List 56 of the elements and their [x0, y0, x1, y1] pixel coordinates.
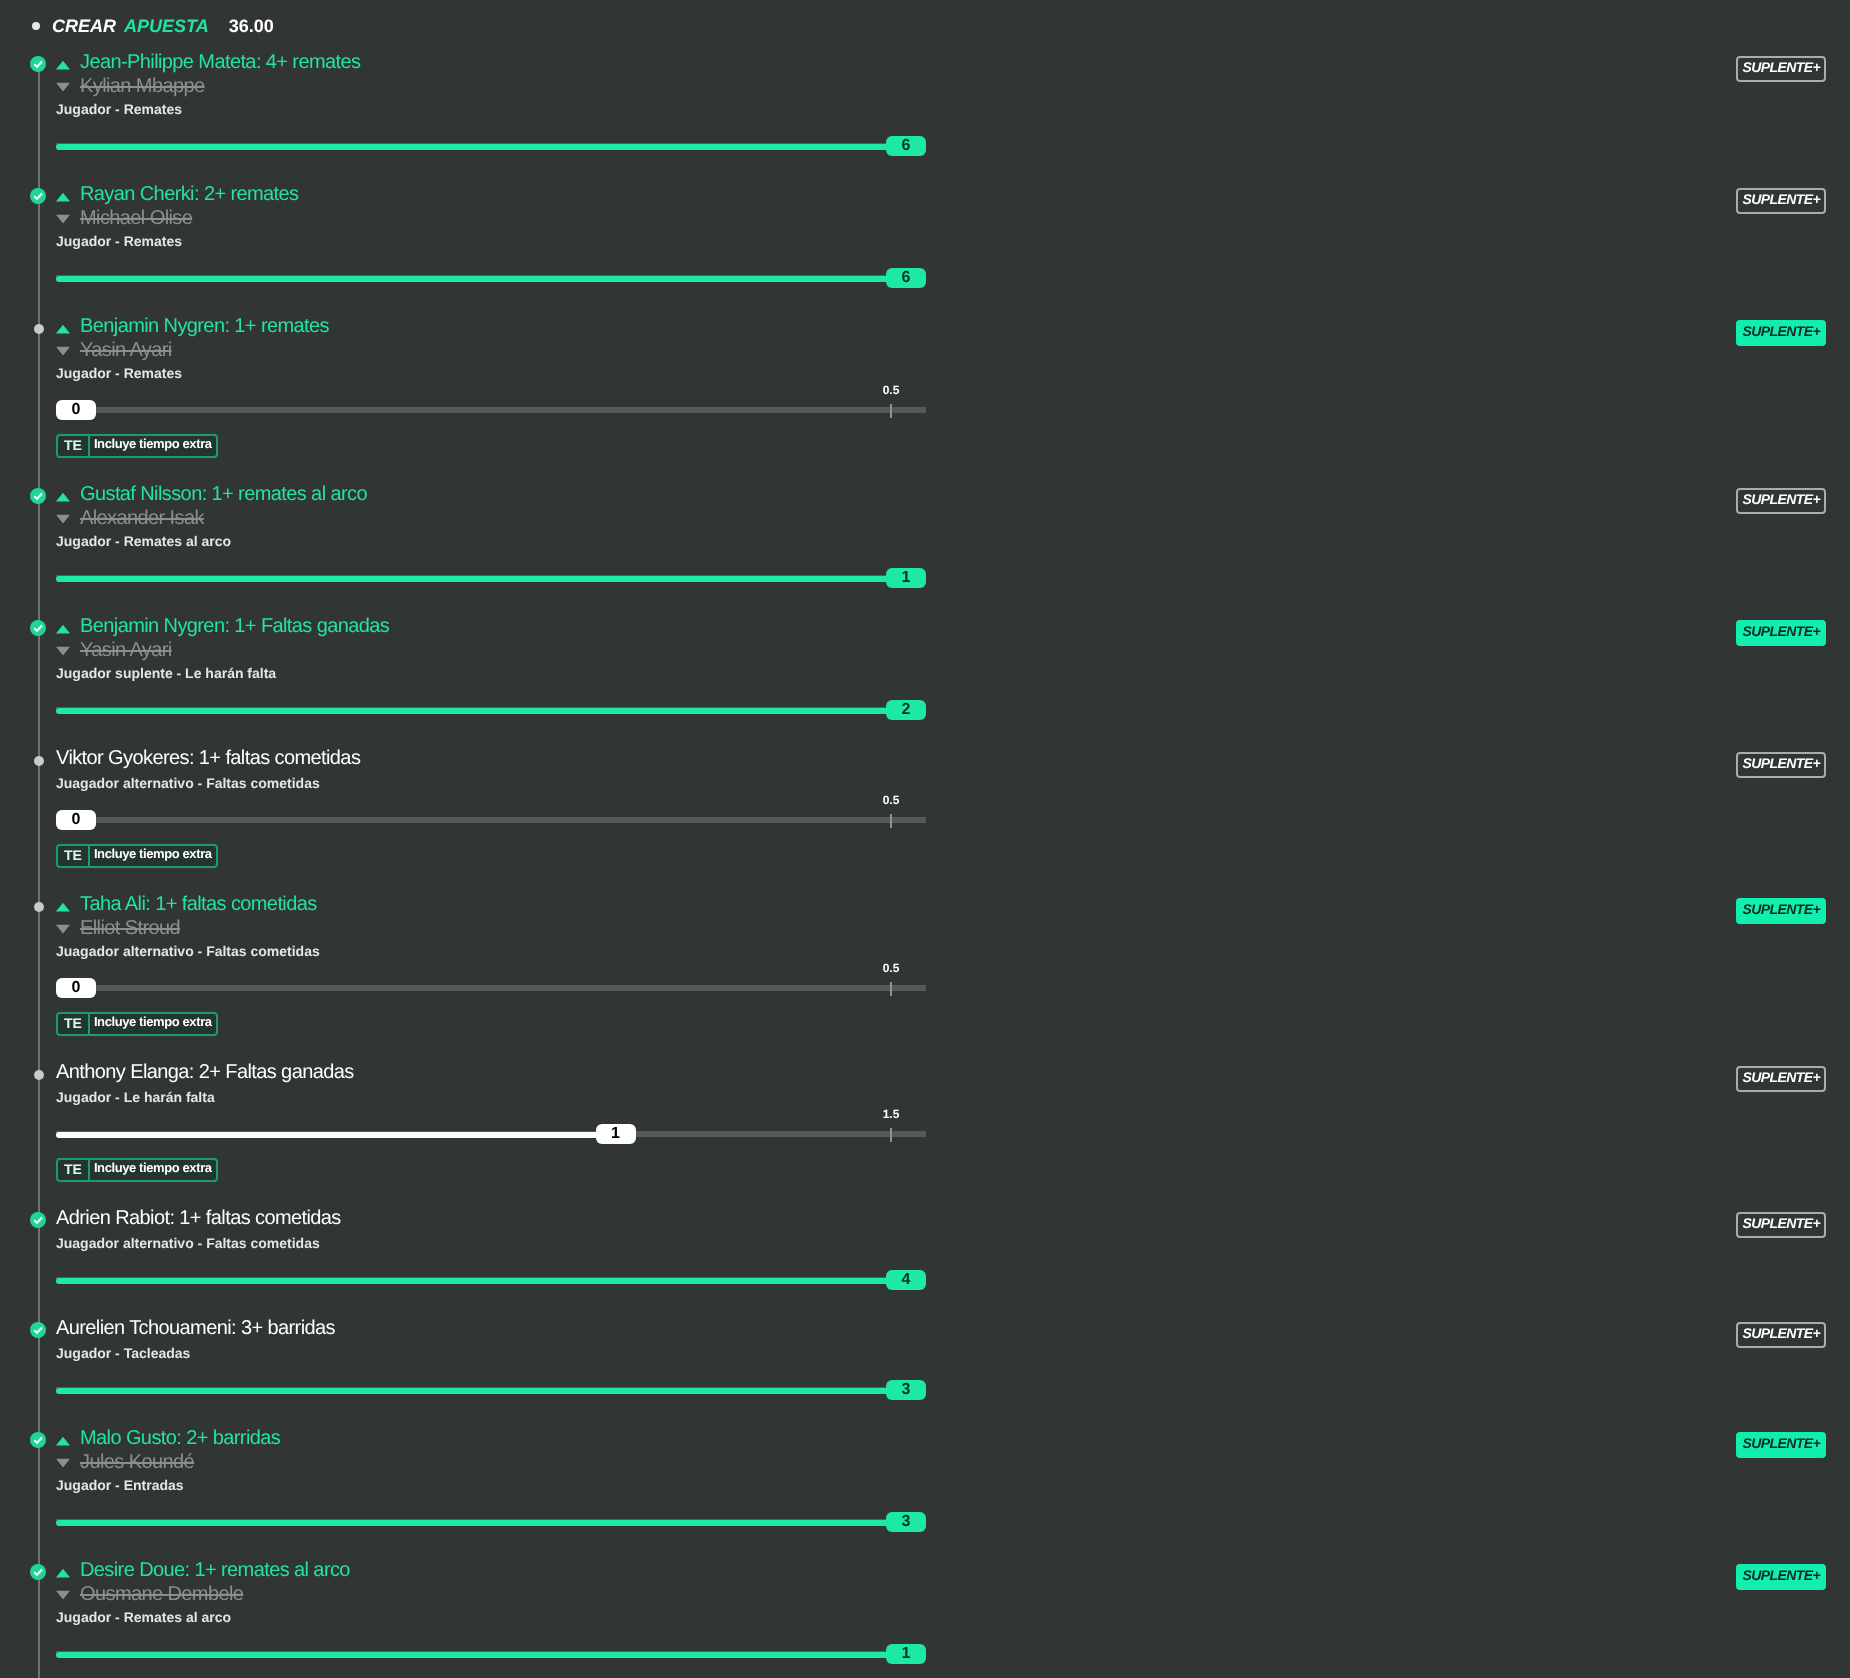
selection-title: Benjamin Nygren: 1+ remates — [80, 318, 329, 338]
replaced-player-name: Michael Olise — [80, 209, 193, 229]
progress-value: 0 — [56, 400, 96, 420]
up-caret-icon — [56, 191, 70, 201]
up-caret-icon — [56, 491, 70, 501]
up-caret-icon — [56, 623, 70, 633]
threshold-marker-icon — [890, 981, 892, 995]
progress-value: 2 — [886, 700, 926, 720]
down-caret-icon — [56, 1458, 70, 1468]
down-caret-icon — [56, 82, 70, 92]
progress-value: 0 — [56, 978, 96, 998]
selection-title: Adrien Rabiot: 1+ faltas cometidas — [56, 1210, 341, 1230]
threshold-marker-icon — [890, 403, 892, 417]
down-caret-icon — [56, 346, 70, 356]
selection-title: Aurelien Tchouameni: 3+ barridas — [56, 1320, 335, 1340]
progress-value: 3 — [886, 1380, 926, 1400]
threshold-marker-icon — [890, 1127, 892, 1141]
selection-title: Rayan Cherki: 2+ remates — [80, 186, 299, 206]
progress-value: 1 — [886, 1644, 926, 1664]
replaced-player-name: Ousmane Dembele — [80, 1585, 244, 1605]
up-caret-icon — [56, 323, 70, 333]
up-caret-icon — [56, 59, 70, 69]
replaced-player-name: Kylian Mbappe — [80, 77, 205, 97]
selection-title: Desire Doue: 1+ remates al arco — [80, 1562, 350, 1582]
header-title: CREAR — [52, 17, 117, 35]
selection-title: Taha Ali: 1+ faltas cometidas — [80, 896, 317, 916]
down-caret-icon — [56, 514, 70, 524]
progress-value: 6 — [886, 136, 926, 156]
selection-title: Viktor Gyokeres: 1+ faltas cometidas — [56, 750, 361, 770]
down-caret-icon — [56, 646, 70, 656]
progress-value: 1 — [886, 568, 926, 588]
replaced-player-name: Yasin Ayari — [80, 341, 172, 361]
threshold-marker-icon — [890, 813, 892, 827]
selection-title: Malo Gusto: 2+ barridas — [80, 1430, 281, 1450]
progress-value: 3 — [886, 1512, 926, 1532]
replaced-player-name: Elliot Stroud — [80, 919, 181, 939]
selection-title: Benjamin Nygren: 1+ Faltas ganadas — [80, 618, 390, 638]
progress-value: 1 — [595, 1124, 636, 1144]
up-caret-icon — [56, 1567, 70, 1577]
up-caret-icon — [56, 901, 70, 911]
down-caret-icon — [56, 214, 70, 224]
down-caret-icon — [56, 924, 70, 934]
down-caret-icon — [56, 1590, 70, 1600]
bullet-icon — [32, 22, 40, 30]
selection-title: Jean-Philippe Mateta: 4+ remates — [80, 54, 361, 74]
progress-value: 4 — [886, 1270, 926, 1290]
selection-title: Anthony Elanga: 2+ Faltas ganadas — [56, 1064, 354, 1084]
replaced-player-name: Jules Koundé — [80, 1453, 195, 1473]
up-caret-icon — [56, 1435, 70, 1445]
odds-value: 36.00 — [228, 17, 274, 35]
replaced-player-name: Alexander Isak — [80, 509, 204, 529]
progress-value: 6 — [886, 268, 926, 288]
progress-value: 0 — [56, 810, 96, 830]
replaced-player-name: Yasin Ayari — [80, 641, 172, 661]
selection-title: Gustaf Nilsson: 1+ remates al arco — [80, 486, 367, 506]
header-title-accent: APUESTA — [124, 17, 209, 35]
